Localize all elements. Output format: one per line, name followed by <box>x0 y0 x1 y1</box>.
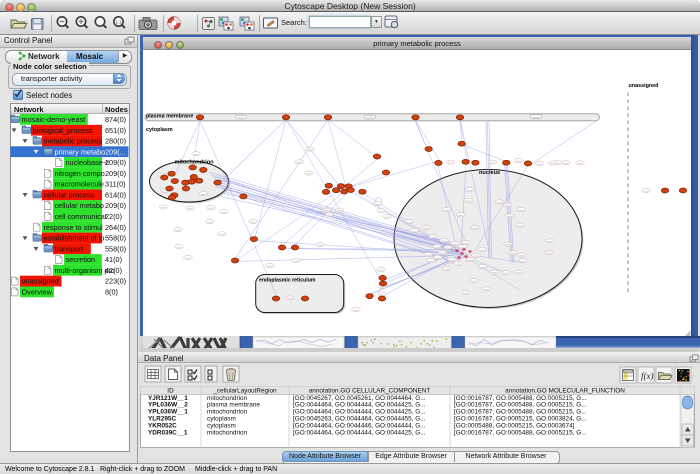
svg-text:cytoplasm: cytoplasm <box>146 127 173 133</box>
svg-text:Overview: Overview <box>22 288 53 297</box>
svg-text:unassigned: unassigned <box>629 83 659 89</box>
svg-text:874(0): 874(0) <box>105 115 126 124</box>
svg-text:nucleus: nucleus <box>479 170 500 176</box>
svg-text:metabolic process: metabolic process <box>44 137 103 146</box>
svg-text:ID: ID <box>167 387 174 394</box>
svg-text:annotation.GO MOLECULAR_FUNCTI: annotation.GO MOLECULAR_FUNCTION <box>505 387 625 394</box>
svg-text:response to stimul: response to stimul <box>44 223 104 232</box>
svg-text:[GO:0016787, GO:0005488, GO:00: [GO:0016787, GO:0005488, GO:0005215, G..… <box>454 429 587 436</box>
svg-text:558(0): 558(0) <box>105 234 126 243</box>
svg-text:primary metabo: primary metabo <box>55 147 106 156</box>
svg-text:8(0): 8(0) <box>105 288 118 297</box>
svg-text:f(x): f(x) <box>641 371 654 381</box>
svg-text:unassigned: unassigned <box>22 277 59 286</box>
svg-text:nitrogen compo: nitrogen compo <box>55 169 105 178</box>
svg-text:209(0): 209(0) <box>105 201 126 210</box>
svg-text:_cellularLayoutRegion: _cellularLayoutRegion <box>212 387 277 394</box>
svg-text:223(0): 223(0) <box>105 277 126 286</box>
svg-text:establishment of lo: establishment of lo <box>44 234 105 243</box>
svg-text:endoplasmic reticulum: endoplasmic reticulum <box>259 277 316 283</box>
svg-text:280(0): 280(0) <box>105 137 126 146</box>
svg-text:651(0): 651(0) <box>105 126 126 135</box>
svg-text:transport: transport <box>55 244 84 253</box>
svg-text:annotation.GO CELLULAR_COMPONE: annotation.GO CELLULAR_COMPONENT <box>309 387 431 394</box>
svg-text:biological_process: biological_process <box>33 126 93 135</box>
svg-text:311(0): 311(0) <box>105 180 126 189</box>
svg-text:209(0): 209(0) <box>105 169 126 178</box>
svg-text:209(0): 209(0) <box>105 158 126 167</box>
svg-text:22(0): 22(0) <box>105 212 122 221</box>
svg-text:secretion: secretion <box>66 255 96 264</box>
svg-text:264(0): 264(0) <box>105 223 126 232</box>
svg-text:plasma membrane: plasma membrane <box>146 113 193 119</box>
svg-text:nucleobase-c: nucleobase-c <box>66 158 110 167</box>
svg-text:cellular metabo: cellular metabo <box>55 201 104 210</box>
svg-text:41(0): 41(0) <box>105 255 122 264</box>
svg-text:mosaic-demo-yeast: mosaic-demo-yeast <box>22 115 86 124</box>
svg-text:cell communicat: cell communicat <box>55 212 107 221</box>
svg-text:614(0): 614(0) <box>105 190 126 199</box>
svg-text:209(...: 209(... <box>105 147 126 156</box>
svg-text:YDR039C__1: YDR039C__1 <box>148 429 188 436</box>
svg-text:[GO:0044464, GO:0044444, GO:00: [GO:0044464, GO:0044444, GO:0044425, G..… <box>293 429 426 436</box>
svg-text:mitochondrion: mitochondrion <box>207 429 248 436</box>
svg-text:macromolecule: macromolecule <box>55 180 104 189</box>
svg-text:558(0): 558(0) <box>105 244 126 253</box>
svg-text:cellular process: cellular process <box>44 190 95 199</box>
svg-text:42(0): 42(0) <box>105 266 122 275</box>
